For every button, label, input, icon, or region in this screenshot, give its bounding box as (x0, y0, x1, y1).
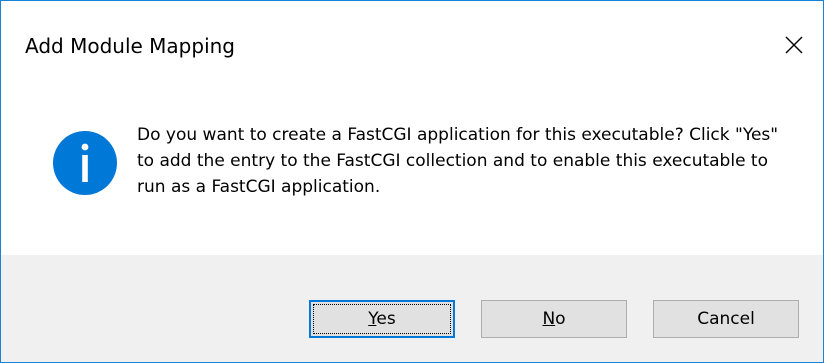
info-icon (53, 131, 117, 195)
yes-button[interactable]: Yes (309, 300, 455, 338)
no-button-label: No (542, 309, 565, 329)
cancel-button-label: Cancel (697, 309, 755, 329)
title-bar[interactable]: Add Module Mapping (1, 1, 823, 89)
no-button[interactable]: No (481, 300, 627, 338)
cancel-button[interactable]: Cancel (653, 300, 799, 338)
close-icon (785, 36, 803, 54)
yes-label-rest: es (376, 309, 396, 329)
no-mnemonic: N (542, 309, 556, 329)
dialog-content: Do you want to create a FastCGI applicat… (1, 89, 823, 253)
message-text: Do you want to create a FastCGI applicat… (137, 125, 779, 197)
message-dialog: Add Module Mapping Do you want to create… (0, 0, 824, 363)
no-label-rest: o (555, 309, 566, 329)
close-button[interactable] (771, 23, 817, 67)
yes-button-label: Yes (368, 309, 395, 329)
button-bar: Yes No Cancel (1, 255, 823, 362)
window-title: Add Module Mapping (25, 34, 235, 58)
